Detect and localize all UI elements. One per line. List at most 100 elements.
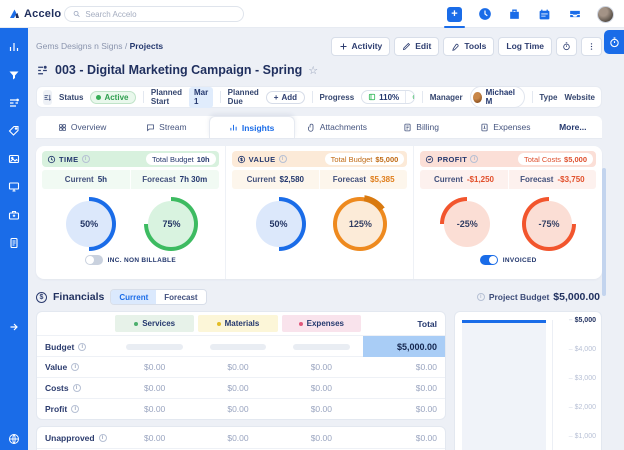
sidebar-item-screens[interactable] — [3, 176, 25, 198]
sidebar-item-assets[interactable] — [3, 148, 25, 170]
info-icon[interactable]: i — [278, 155, 287, 163]
inbox-button[interactable] — [567, 7, 582, 22]
financials-title: Financials — [53, 291, 105, 303]
time-current-label: Current — [64, 175, 94, 184]
breadcrumb[interactable]: Gems Designs n Signs / Projects — [36, 41, 163, 51]
timers-button[interactable] — [477, 7, 492, 22]
breadcrumb-parent[interactable]: Gems Designs n Signs — [36, 41, 122, 51]
sidebar-item-filters[interactable] — [3, 64, 25, 86]
paperclip-icon — [307, 123, 314, 132]
budget-row-label: Budget — [45, 341, 75, 352]
manager-badge[interactable]: Michael M — [469, 86, 525, 108]
create-new-button[interactable]: + — [444, 6, 465, 28]
progress-time-chip[interactable]: 88% — [405, 91, 415, 103]
type-label: Type — [539, 92, 558, 102]
plus-icon: + — [273, 92, 279, 102]
progress-tasks-chip[interactable]: 110% — [362, 91, 405, 103]
sidebar-collapse-button[interactable] — [3, 316, 25, 338]
tab-overview-label: Overview — [70, 122, 107, 132]
status-badge[interactable]: Active — [90, 90, 137, 104]
tag-icon — [8, 125, 19, 136]
tab-overview[interactable]: Overview — [40, 116, 124, 138]
clock-icon — [478, 8, 491, 20]
search-input[interactable] — [85, 9, 235, 19]
info-icon[interactable]: i — [81, 155, 90, 163]
profit-forecast-label: Forecast — [520, 175, 554, 184]
user-avatar[interactable] — [597, 5, 614, 23]
non-billable-toggle[interactable] — [84, 255, 103, 265]
sidebar-item-invoices[interactable] — [3, 232, 25, 254]
chat-icon — [147, 123, 155, 131]
tab-expenses-label: Expenses — [493, 122, 531, 132]
time-forecast-label: Forecast — [142, 175, 176, 184]
start-timer-button[interactable] — [556, 36, 577, 56]
progress-tasks-value: 110% — [379, 92, 400, 102]
time-summary-row: Current 5h Forecast 7h 30m — [42, 170, 219, 189]
tab-billing[interactable]: Billing — [379, 116, 463, 138]
planned-due-add-button[interactable]: + Add — [265, 90, 306, 104]
briefcase-icon — [510, 9, 519, 19]
info-icon[interactable]: i — [470, 155, 479, 163]
manager-label: Manager — [429, 92, 463, 102]
planned-start-label: Planned Start — [150, 88, 183, 106]
tools-button[interactable]: Tools — [443, 36, 495, 56]
table-row-unapproved: Unapproved i $0.00 $0.00 $0.00 $0.00 — [45, 432, 437, 443]
filter-icon — [9, 71, 19, 80]
time-card-title: TIME — [59, 154, 79, 164]
activity-button[interactable]: Activity — [330, 36, 391, 56]
sidebar-item-projects[interactable] — [3, 204, 25, 226]
invoiced-toggle[interactable] — [479, 255, 498, 265]
board-icon — [369, 93, 376, 101]
briefcase-plus-icon — [8, 210, 20, 220]
breadcrumb-current[interactable]: Projects — [130, 41, 164, 51]
clock-icon — [412, 94, 415, 100]
sidebar-item-help[interactable] — [3, 428, 25, 450]
view-forecast-button[interactable]: Forecast — [156, 290, 206, 304]
tab-billing-label: Billing — [416, 122, 439, 132]
search-icon — [73, 10, 80, 18]
app-window: Accelo + — [0, 0, 624, 450]
time-forecast-value: 7h 30m — [179, 175, 208, 184]
profit-summary-row: Current -$1,250 Forecast -$3,750 — [420, 170, 596, 189]
financials-view-toggle: Current Forecast — [110, 289, 207, 305]
info-icon[interactable]: i — [71, 363, 80, 371]
sidebar-item-dashboard[interactable] — [3, 36, 25, 58]
favorite-star-icon[interactable]: ☆ — [308, 64, 318, 77]
status-value: Active — [104, 92, 129, 102]
top-bar-icons: + — [444, 0, 614, 28]
table-row-budget: Budget i $5,000.00 — [37, 335, 445, 357]
image-icon — [8, 154, 20, 164]
tab-more[interactable]: More... — [548, 116, 599, 138]
info-icon[interactable]: i — [98, 433, 107, 442]
planned-due-label: Planned Due — [227, 88, 259, 106]
info-icon[interactable]: i — [71, 405, 80, 413]
tasks-button[interactable] — [507, 7, 522, 22]
time-current-value: 5h — [97, 175, 108, 184]
column-expenses: Expenses — [281, 315, 361, 332]
more-options-button[interactable] — [581, 36, 602, 56]
info-icon[interactable]: i — [476, 293, 485, 301]
sidebar-item-workflow[interactable] — [3, 92, 25, 114]
info-icon[interactable]: i — [72, 384, 81, 392]
list-navigator-button[interactable] — [43, 89, 52, 105]
edit-button[interactable]: Edit — [394, 36, 440, 56]
view-current-button[interactable]: Current — [111, 290, 157, 304]
monitor-icon — [8, 182, 20, 192]
tab-stream[interactable]: Stream — [124, 116, 208, 138]
profit-card-footer: INVOICED — [420, 253, 596, 267]
log-time-button[interactable]: Log Time — [498, 36, 552, 56]
timer-dock-button[interactable] — [604, 30, 624, 54]
tab-insights[interactable]: Insights — [208, 116, 295, 138]
global-search[interactable] — [64, 6, 244, 22]
planned-start-value[interactable]: Mar 1 — [189, 86, 214, 108]
info-icon[interactable]: i — [78, 342, 87, 351]
page-scrollbar[interactable] — [602, 168, 606, 296]
sidebar-item-tags[interactable] — [3, 120, 25, 142]
calendar-button[interactable] — [537, 7, 552, 22]
table-row-costs: Costs i $0.00 $0.00 $0.00 $0.00 — [37, 377, 445, 398]
tab-expenses[interactable]: Expenses — [463, 116, 547, 138]
accelo-logo[interactable]: Accelo — [8, 8, 61, 20]
project-budget-amount: $5,000.00 — [553, 291, 600, 303]
tab-attachments[interactable]: Attachments — [295, 116, 379, 138]
column-materials: Materials — [198, 315, 278, 332]
